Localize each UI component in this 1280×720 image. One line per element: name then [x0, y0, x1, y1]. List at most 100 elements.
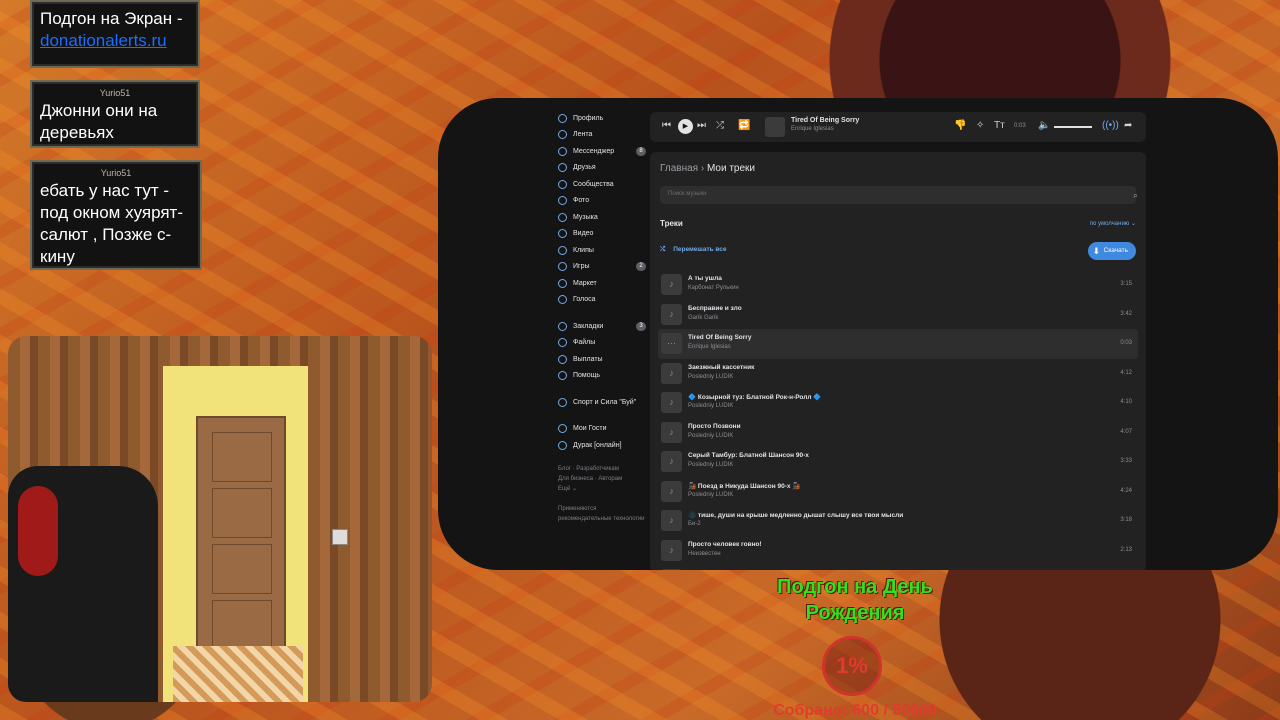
sidebar-item[interactable]: Выплаты	[558, 351, 646, 368]
chat-text: Джонни они на деревьях	[40, 101, 158, 142]
sort-dropdown[interactable]: по умолчанию ⌄	[1090, 220, 1136, 227]
sidebar-footer-links[interactable]: Блог · Разработчикам Для бизнеса · Автор…	[558, 464, 646, 494]
track-row[interactable]: ♪Я не буду ждать тебя [Я не стану ждать …	[658, 565, 1138, 570]
track-row[interactable]: ♪ Бесправие и зло Garik Garik 3:42	[658, 300, 1138, 330]
sidebar-item[interactable]: Фото	[558, 193, 646, 210]
note-icon[interactable]: ♪	[661, 421, 682, 443]
play-button[interactable]: ▶	[678, 119, 693, 134]
sidebar-item[interactable]: Спорт и Сила "Буй"	[558, 394, 646, 411]
user-icon	[558, 113, 567, 123]
track-row[interactable]: ♪ Заезжный кассетник Posledniy LUDIK 4:12	[658, 359, 1138, 389]
vk-sidebar: Профиль Лента Мессенджер 8 Друзья Сообщества Ф…	[558, 110, 646, 524]
note-icon[interactable]: ♪	[661, 510, 682, 531]
note-icon[interactable]: ♪	[661, 392, 682, 413]
track-list: ♪ А ты ушла Карбонат Рулькин 3:15 ♪ Бесправие…	[658, 270, 1138, 570]
sidebar-item[interactable]: Музыка	[558, 209, 646, 226]
track-row[interactable]: ♪ 🔷 Козырной туз: Блатной Рок-н-Ролл 🔷 Pos…	[658, 388, 1138, 418]
sidebar-item[interactable]: Голоса	[558, 292, 646, 309]
note-icon[interactable]: ♪	[661, 362, 682, 384]
sidebar-item-label: Закладки	[573, 322, 604, 330]
next-icon[interactable]: ⏭	[697, 120, 706, 131]
sidebar-item[interactable]: Файлы	[558, 335, 646, 352]
sidebar-item[interactable]: Лента	[558, 127, 646, 144]
sidebar-item-label: Файлы	[573, 339, 596, 347]
search-icon[interactable]: ⌕	[1133, 190, 1138, 201]
track-artist[interactable]: Enrique Iglesias	[688, 344, 731, 350]
sidebar-item[interactable]: Закладки 3	[558, 318, 646, 335]
shuffle-icon[interactable]: ⤮	[716, 120, 724, 131]
track-artist[interactable]: Posledniy LUDIK	[688, 374, 733, 380]
now-playing-artist[interactable]: Enrique Iglesias	[791, 126, 834, 132]
breadcrumb-home[interactable]: Главная	[660, 163, 698, 174]
track-row[interactable]: ♪ Просто человек говно! Неизвестен 2:13	[658, 536, 1138, 566]
note-icon[interactable]: ♪	[661, 274, 682, 295]
track-artist[interactable]: Posledniy LUDIK	[688, 462, 733, 468]
track-row[interactable]: ♪ 🚂 Поезд в Никуда Шансон 90-х 🚂 Posledniy…	[658, 477, 1138, 507]
sidebar-item[interactable]: Сообщества	[558, 176, 646, 193]
chat-username: Yurio51	[100, 168, 132, 178]
chat-message: Подгон на Экран - donationalerts.ru	[30, 0, 200, 68]
sidebar-item[interactable]: Мои Гости	[558, 421, 646, 438]
note-icon[interactable]: ♪	[661, 303, 682, 325]
track-row[interactable]: ♪ Просто Позвони Posledniy LUDIK 4:07	[658, 418, 1138, 448]
download-button[interactable]: Скачать	[1087, 242, 1136, 260]
volume-icon[interactable]: 🔈	[1038, 120, 1050, 131]
sidebar-item[interactable]: Клипы	[558, 242, 646, 259]
webcam-chair	[8, 466, 158, 702]
repeat-icon[interactable]: 🔁	[738, 120, 750, 131]
broadcast-icon[interactable]: ((•))	[1102, 120, 1119, 131]
pause-icon[interactable]: ⋯	[661, 333, 682, 354]
files-icon	[558, 338, 567, 348]
sidebar-item[interactable]: Маркет	[558, 275, 646, 292]
sidebar-item-label: Спорт и Сила "Буй"	[573, 398, 637, 406]
note-icon[interactable]: ♪	[661, 569, 682, 570]
sidebar-item[interactable]: Профиль	[558, 110, 646, 127]
sidebar-item[interactable]: Помощь	[558, 368, 646, 385]
track-artist[interactable]: Posledniy LUDIK	[688, 433, 733, 439]
donation-goal-collected: Собрано: 600 / 50000	[773, 702, 937, 719]
sidebar-item-label: Мои Гости	[573, 425, 607, 433]
sidebar-item[interactable]: Видео	[558, 226, 646, 243]
group-icon	[558, 397, 567, 407]
friends-icon	[558, 163, 567, 173]
track-row[interactable]: ♪ 🌑 тише, души на крыше медленно дышат сл…	[658, 506, 1138, 536]
sidebar-item-label: Лента	[573, 131, 593, 139]
lyrics-icon[interactable]: Тт	[994, 120, 1005, 131]
track-duration: 2:13	[1120, 546, 1132, 553]
volume-slider[interactable]	[1054, 126, 1092, 128]
sidebar-item[interactable]: Друзья	[558, 160, 646, 177]
previous-icon[interactable]: ⏮	[662, 120, 671, 131]
chat-icon	[558, 146, 567, 156]
share-icon[interactable]: ➦	[1124, 120, 1132, 131]
sparkle-icon[interactable]: ✧	[976, 120, 984, 131]
now-playing-title[interactable]: Tired Of Being Sorry	[791, 117, 859, 124]
track-row[interactable]: ♪ Серый Тамбур: Блатной Шансон 90-х Posled…	[658, 447, 1138, 477]
sidebar-item-label: Голоса	[573, 296, 596, 304]
track-row[interactable]: ⋯ Tired Of Being Sorry Enrique Iglesias 0:0…	[658, 329, 1138, 359]
track-artist[interactable]: Posledniy LUDIK	[688, 403, 733, 409]
note-icon[interactable]: ♪	[661, 451, 682, 472]
track-artist[interactable]: Posledniy LUDIK	[688, 492, 733, 498]
track-row[interactable]: ♪ А ты ушла Карбонат Рулькин 3:15	[658, 270, 1138, 300]
sidebar-badge: 2	[636, 262, 646, 272]
note-icon[interactable]: ♪	[661, 480, 682, 502]
section-title: Треки	[660, 219, 683, 228]
sidebar-item-label: Маркет	[573, 279, 597, 287]
sidebar-item[interactable]: Игры 2	[558, 259, 646, 276]
track-title: Бесправие и зло	[688, 304, 742, 312]
dislike-icon[interactable]: 👎	[954, 120, 966, 131]
sidebar-item[interactable]: Мессенджер 8	[558, 143, 646, 160]
sidebar-item-label: Мессенджер	[573, 147, 615, 155]
audio-player: ⏮ ▶ ⏭ ⤮ 🔁 Tired Of Being Sorry Enrique I…	[650, 112, 1146, 142]
track-artist[interactable]: Garik Garik	[688, 315, 718, 321]
note-icon[interactable]: ♪	[661, 539, 682, 561]
track-artist[interactable]: Би-2	[688, 521, 701, 527]
clips-icon	[558, 245, 567, 255]
track-artist[interactable]: Неизвестен	[688, 551, 721, 557]
chat-link[interactable]: donationalerts.ru	[40, 30, 190, 52]
votes-icon	[558, 295, 567, 305]
sidebar-item[interactable]: Дурак [онлайн]	[558, 437, 646, 454]
shuffle-all-button[interactable]: ⤮ Перемешать все	[660, 246, 727, 254]
music-search-input[interactable]: Поиск музыки	[660, 186, 1136, 204]
track-artist[interactable]: Карбонат Рулькин	[688, 285, 739, 291]
